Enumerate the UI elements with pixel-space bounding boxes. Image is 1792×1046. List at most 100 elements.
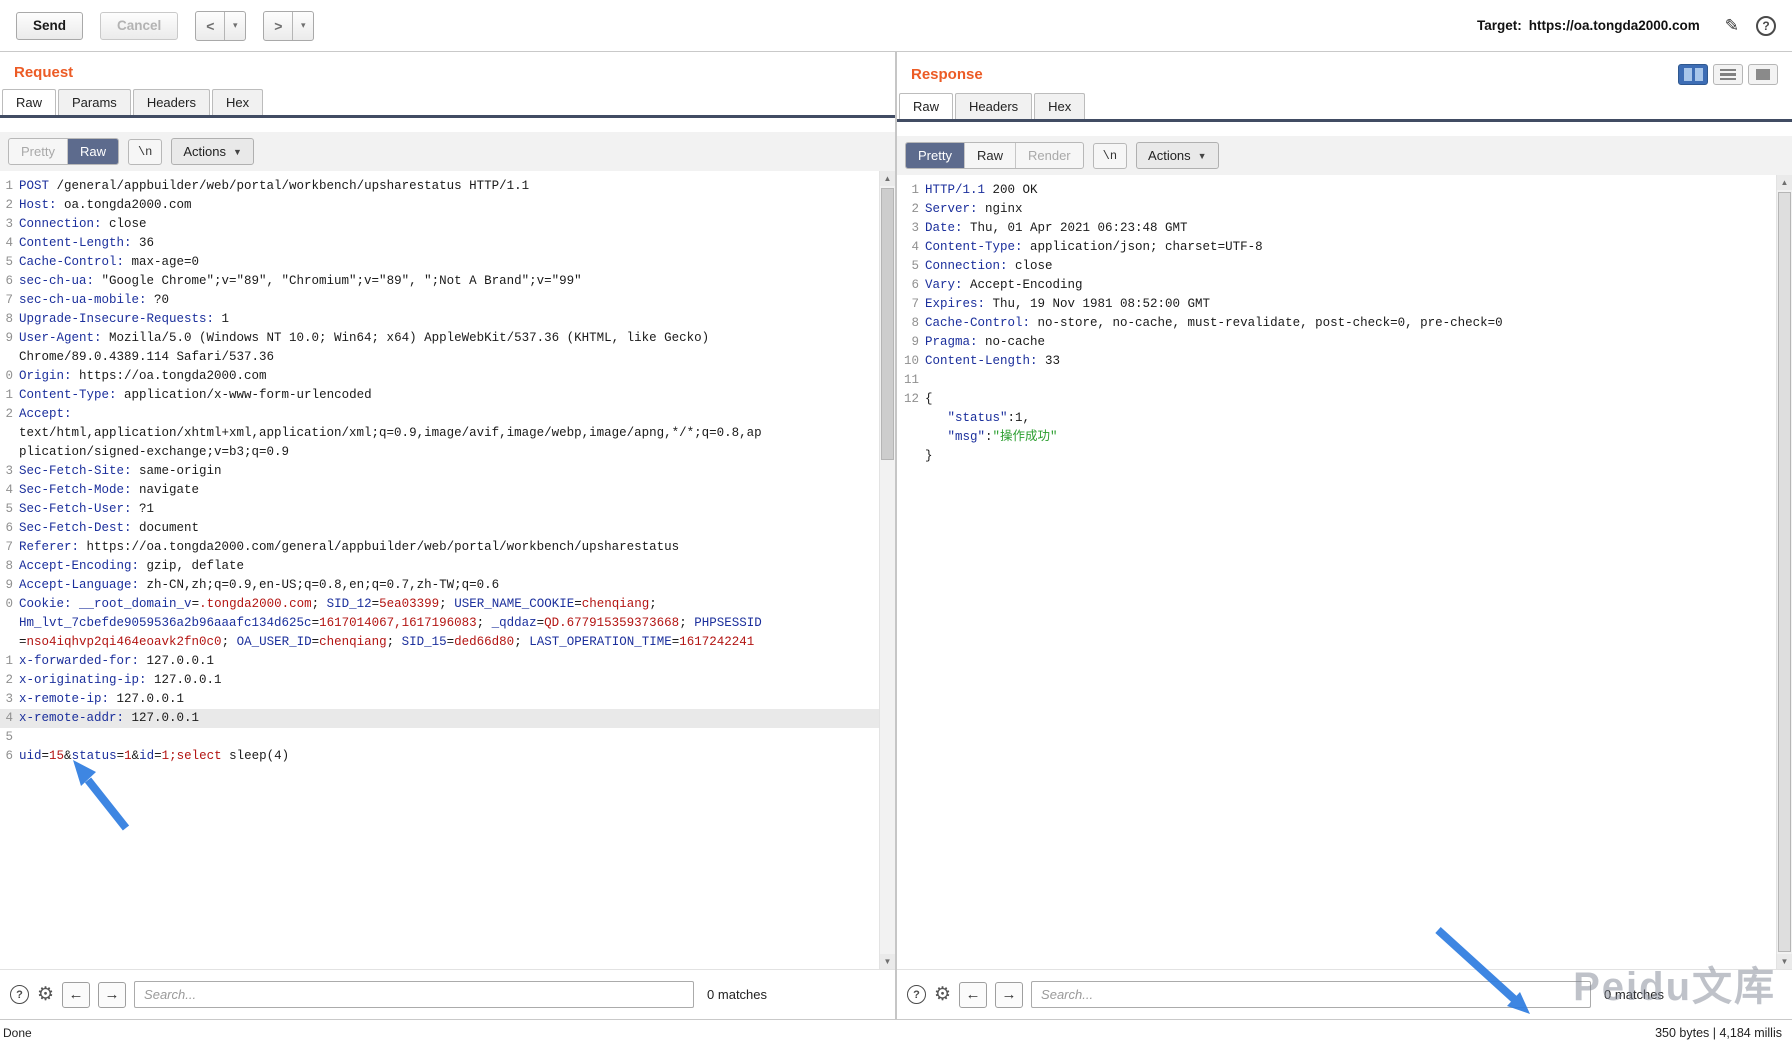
columns-icon xyxy=(1695,68,1703,81)
search-settings-gear-icon[interactable]: ⚙ xyxy=(37,985,54,1004)
editor-line: } xyxy=(897,447,1776,466)
editor-line: =nso4iqhvp2qi464eoavk2fn0c0; OA_USER_ID=… xyxy=(0,633,879,652)
status-text: Done xyxy=(3,1026,32,1040)
request-tab-hex[interactable]: Hex xyxy=(212,89,263,115)
response-editor[interactable]: 1HTTP/1.1 200 OK2Server: nginx3Date: Thu… xyxy=(897,175,1792,969)
forward-button[interactable]: > xyxy=(264,12,292,40)
request-match-count: 0 matches xyxy=(707,987,767,1002)
request-tab-raw[interactable]: Raw xyxy=(2,89,56,115)
columns-icon xyxy=(1684,68,1692,81)
editor-line: 12{ xyxy=(897,390,1776,409)
request-search-input[interactable] xyxy=(134,981,694,1008)
editor-line: 4Sec-Fetch-Mode: navigate xyxy=(0,481,879,500)
chevron-down-icon: ▼ xyxy=(1198,151,1207,161)
response-tab-hex[interactable]: Hex xyxy=(1034,93,1085,119)
editor-line: 10Content-Length: 33 xyxy=(897,352,1776,371)
request-actions-label: Actions xyxy=(183,144,226,159)
editor-line: 8Accept-Encoding: gzip, deflate xyxy=(0,557,879,576)
response-view-toggle-group: PrettyRawRender xyxy=(905,142,1084,169)
request-actions-button[interactable]: Actions ▼ xyxy=(171,138,254,165)
editor-line: 11 xyxy=(897,371,1776,390)
back-button[interactable]: < xyxy=(196,12,224,40)
request-view-raw-button[interactable]: Raw xyxy=(68,139,118,164)
editor-line: 0Origin: https://oa.tongda2000.com xyxy=(0,367,879,386)
editor-line: 3Connection: close xyxy=(0,215,879,234)
search-settings-gear-icon[interactable]: ⚙ xyxy=(934,985,951,1004)
response-match-count: 0 matches xyxy=(1604,987,1664,1002)
response-search-input[interactable] xyxy=(1031,981,1591,1008)
editor-line: 5Cache-Control: max-age=0 xyxy=(0,253,879,272)
target-label: Target: xyxy=(1477,18,1522,33)
forward-dropdown-icon[interactable]: ▾ xyxy=(292,12,313,40)
burp-repeater-window: Send Cancel < ▾ > ▾ Target: https://oa.t… xyxy=(0,0,1792,1046)
layout-single-button[interactable] xyxy=(1748,64,1778,85)
editor-line: 5Sec-Fetch-User: ?1 xyxy=(0,500,879,519)
statusbar: Done 350 bytes | 4,184 millis xyxy=(0,1019,1792,1046)
editor-line: 9Pragma: no-cache xyxy=(897,333,1776,352)
search-prev-button[interactable]: ← xyxy=(62,982,90,1008)
request-editor[interactable]: 1POST /general/appbuilder/web/portal/wor… xyxy=(0,171,895,969)
search-help-icon[interactable]: ? xyxy=(10,985,29,1004)
layout-switcher xyxy=(1678,64,1778,85)
response-tabs: RawHeadersHex xyxy=(897,93,1792,122)
editor-line: 3x-remote-ip: 127.0.0.1 xyxy=(0,690,879,709)
response-tab-raw[interactable]: Raw xyxy=(899,93,953,119)
editor-line: 2Server: nginx xyxy=(897,200,1776,219)
editor-line: 6sec-ch-ua: "Google Chrome";v="89", "Chr… xyxy=(0,272,879,291)
request-panel-header: Request xyxy=(0,52,895,89)
request-view-toggle-group: PrettyRaw xyxy=(8,138,119,165)
response-view-pretty-button[interactable]: Pretty xyxy=(906,143,965,168)
editor-line: 2Host: oa.tongda2000.com xyxy=(0,196,879,215)
help-icon[interactable]: ? xyxy=(1756,16,1776,36)
history-forward-split-button: > ▾ xyxy=(263,11,314,41)
scroll-down-icon[interactable]: ▼ xyxy=(1777,954,1792,969)
request-newline-toggle-button[interactable]: \n xyxy=(128,139,162,165)
response-findbar: ? ⚙ ← → 0 matches xyxy=(897,969,1792,1019)
target-url: https://oa.tongda2000.com xyxy=(1529,18,1700,33)
response-actions-button[interactable]: Actions ▼ xyxy=(1136,142,1219,169)
editor-line: 8Cache-Control: no-store, no-cache, must… xyxy=(897,314,1776,333)
scroll-up-icon[interactable]: ▲ xyxy=(880,171,895,186)
response-tab-headers[interactable]: Headers xyxy=(955,93,1032,119)
send-button[interactable]: Send xyxy=(16,12,83,40)
editor-line: 0Cookie: __root_domain_v=.tongda2000.com… xyxy=(0,595,879,614)
request-view-pretty-button[interactable]: Pretty xyxy=(9,139,68,164)
request-tab-headers[interactable]: Headers xyxy=(133,89,210,115)
search-next-button[interactable]: → xyxy=(995,982,1023,1008)
scroll-down-icon[interactable]: ▼ xyxy=(880,954,895,969)
request-scrollbar[interactable]: ▲ ▼ xyxy=(879,171,895,969)
response-scrollbar[interactable]: ▲ ▼ xyxy=(1776,175,1792,969)
request-findbar: ? ⚙ ← → 0 matches xyxy=(0,969,895,1019)
scrollbar-thumb[interactable] xyxy=(881,188,894,460)
editor-line: Chrome/89.0.4389.114 Safari/537.36 xyxy=(0,348,879,367)
editor-line: 2x-originating-ip: 127.0.0.1 xyxy=(0,671,879,690)
editor-line: 9User-Agent: Mozilla/5.0 (Windows NT 10.… xyxy=(0,329,879,348)
editor-line: 4Content-Type: application/json; charset… xyxy=(897,238,1776,257)
editor-line: 3Date: Thu, 01 Apr 2021 06:23:48 GMT xyxy=(897,219,1776,238)
editor-line: "status":1, xyxy=(897,409,1776,428)
response-view-render-button[interactable]: Render xyxy=(1016,143,1083,168)
request-tab-params[interactable]: Params xyxy=(58,89,131,115)
request-editor-lines: 1POST /general/appbuilder/web/portal/wor… xyxy=(0,177,895,766)
edit-target-pencil-icon[interactable]: ✎ xyxy=(1725,16,1739,36)
response-panel-header: Response xyxy=(897,52,1792,93)
cancel-button[interactable]: Cancel xyxy=(100,12,178,40)
editor-line: 1Content-Type: application/x-www-form-ur… xyxy=(0,386,879,405)
layout-columns-button[interactable] xyxy=(1678,64,1708,85)
response-view-raw-button[interactable]: Raw xyxy=(965,143,1016,168)
editor-line: 4x-remote-addr: 127.0.0.1 xyxy=(0,709,879,728)
editor-line: 5Connection: close xyxy=(897,257,1776,276)
single-pane-icon xyxy=(1756,69,1770,80)
editor-line: 9Accept-Language: zh-CN,zh;q=0.9,en-US;q… xyxy=(0,576,879,595)
response-newline-toggle-button[interactable]: \n xyxy=(1093,143,1127,169)
response-title: Response xyxy=(911,66,983,83)
scrollbar-thumb[interactable] xyxy=(1778,192,1791,952)
search-prev-button[interactable]: ← xyxy=(959,982,987,1008)
search-next-button[interactable]: → xyxy=(98,982,126,1008)
search-help-icon[interactable]: ? xyxy=(907,985,926,1004)
layout-rows-button[interactable] xyxy=(1713,64,1743,85)
response-size-timing: 350 bytes | 4,184 millis xyxy=(1655,1026,1782,1040)
back-dropdown-icon[interactable]: ▾ xyxy=(224,12,245,40)
editor-line: Hm_lvt_7cbefde9059536a2b96aaafc134d625c=… xyxy=(0,614,879,633)
scroll-up-icon[interactable]: ▲ xyxy=(1777,175,1792,190)
